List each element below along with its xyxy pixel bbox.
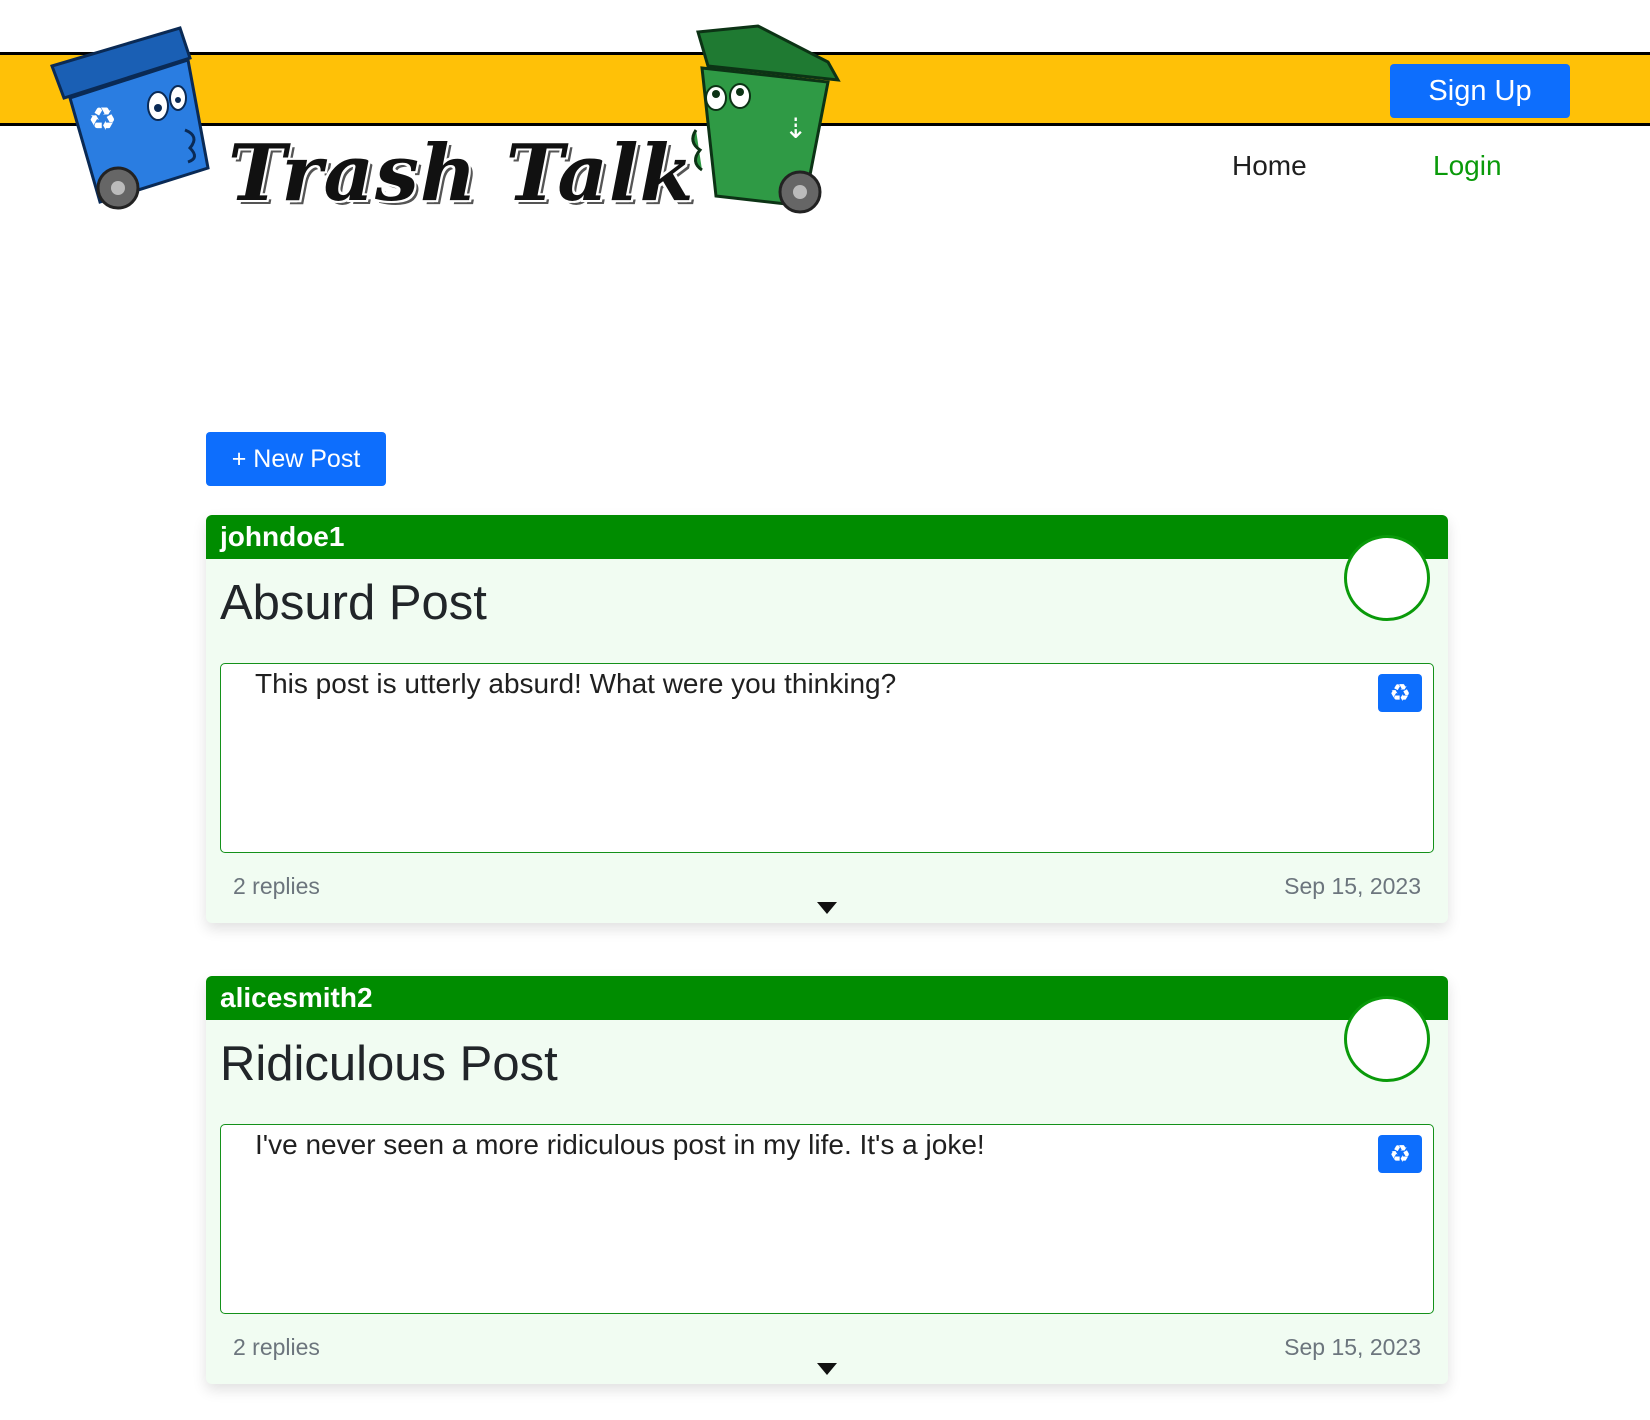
- avatar: [1344, 996, 1430, 1082]
- post-body: This post is utterly absurd! What were y…: [220, 663, 1434, 853]
- svg-text:⇣: ⇣: [784, 112, 807, 145]
- recycle-button[interactable]: ♻: [1378, 674, 1422, 712]
- post-card: alicesmith2 Ridiculous Post I've never s…: [206, 976, 1448, 1384]
- page: ♻ Trash Talk ⇣ Sign Up Home Login + New …: [0, 0, 1650, 1420]
- post-username: alicesmith2: [206, 976, 1448, 1020]
- trash-talk-logo-text: Trash Talk: [228, 128, 695, 219]
- recycle-button[interactable]: ♻: [1378, 1135, 1422, 1173]
- post-body: I've never seen a more ridiculous post i…: [220, 1124, 1434, 1314]
- new-post-button[interactable]: + New Post: [206, 432, 386, 486]
- post-title: Absurd Post: [220, 576, 487, 630]
- replies-count[interactable]: 2 replies: [233, 1334, 320, 1361]
- nav-login-link[interactable]: Login: [1433, 150, 1502, 182]
- recycle-icon: ♻: [1389, 679, 1411, 707]
- sign-up-button[interactable]: Sign Up: [1390, 64, 1570, 118]
- replies-count[interactable]: 2 replies: [233, 873, 320, 900]
- blue-trash-can-logo: ♻: [50, 26, 210, 210]
- green-trash-can-logo: ⇣: [691, 24, 841, 214]
- recycle-icon: ♻: [1389, 1140, 1411, 1168]
- post-card: johndoe1 Absurd Post This post is utterl…: [206, 515, 1448, 923]
- post-date: Sep 15, 2023: [1284, 1334, 1421, 1360]
- post-title: Ridiculous Post: [220, 1037, 558, 1091]
- post-date: Sep 15, 2023: [1284, 873, 1421, 899]
- post-body-text: I've never seen a more ridiculous post i…: [255, 1129, 985, 1160]
- avatar: [1344, 535, 1430, 621]
- post-body-text: This post is utterly absurd! What were y…: [255, 668, 897, 699]
- post-username: johndoe1: [206, 515, 1448, 559]
- caret-down-icon[interactable]: [816, 1362, 838, 1376]
- nav-home-link[interactable]: Home: [1232, 150, 1307, 182]
- caret-down-icon[interactable]: [816, 901, 838, 915]
- svg-text:♻: ♻: [88, 100, 117, 138]
